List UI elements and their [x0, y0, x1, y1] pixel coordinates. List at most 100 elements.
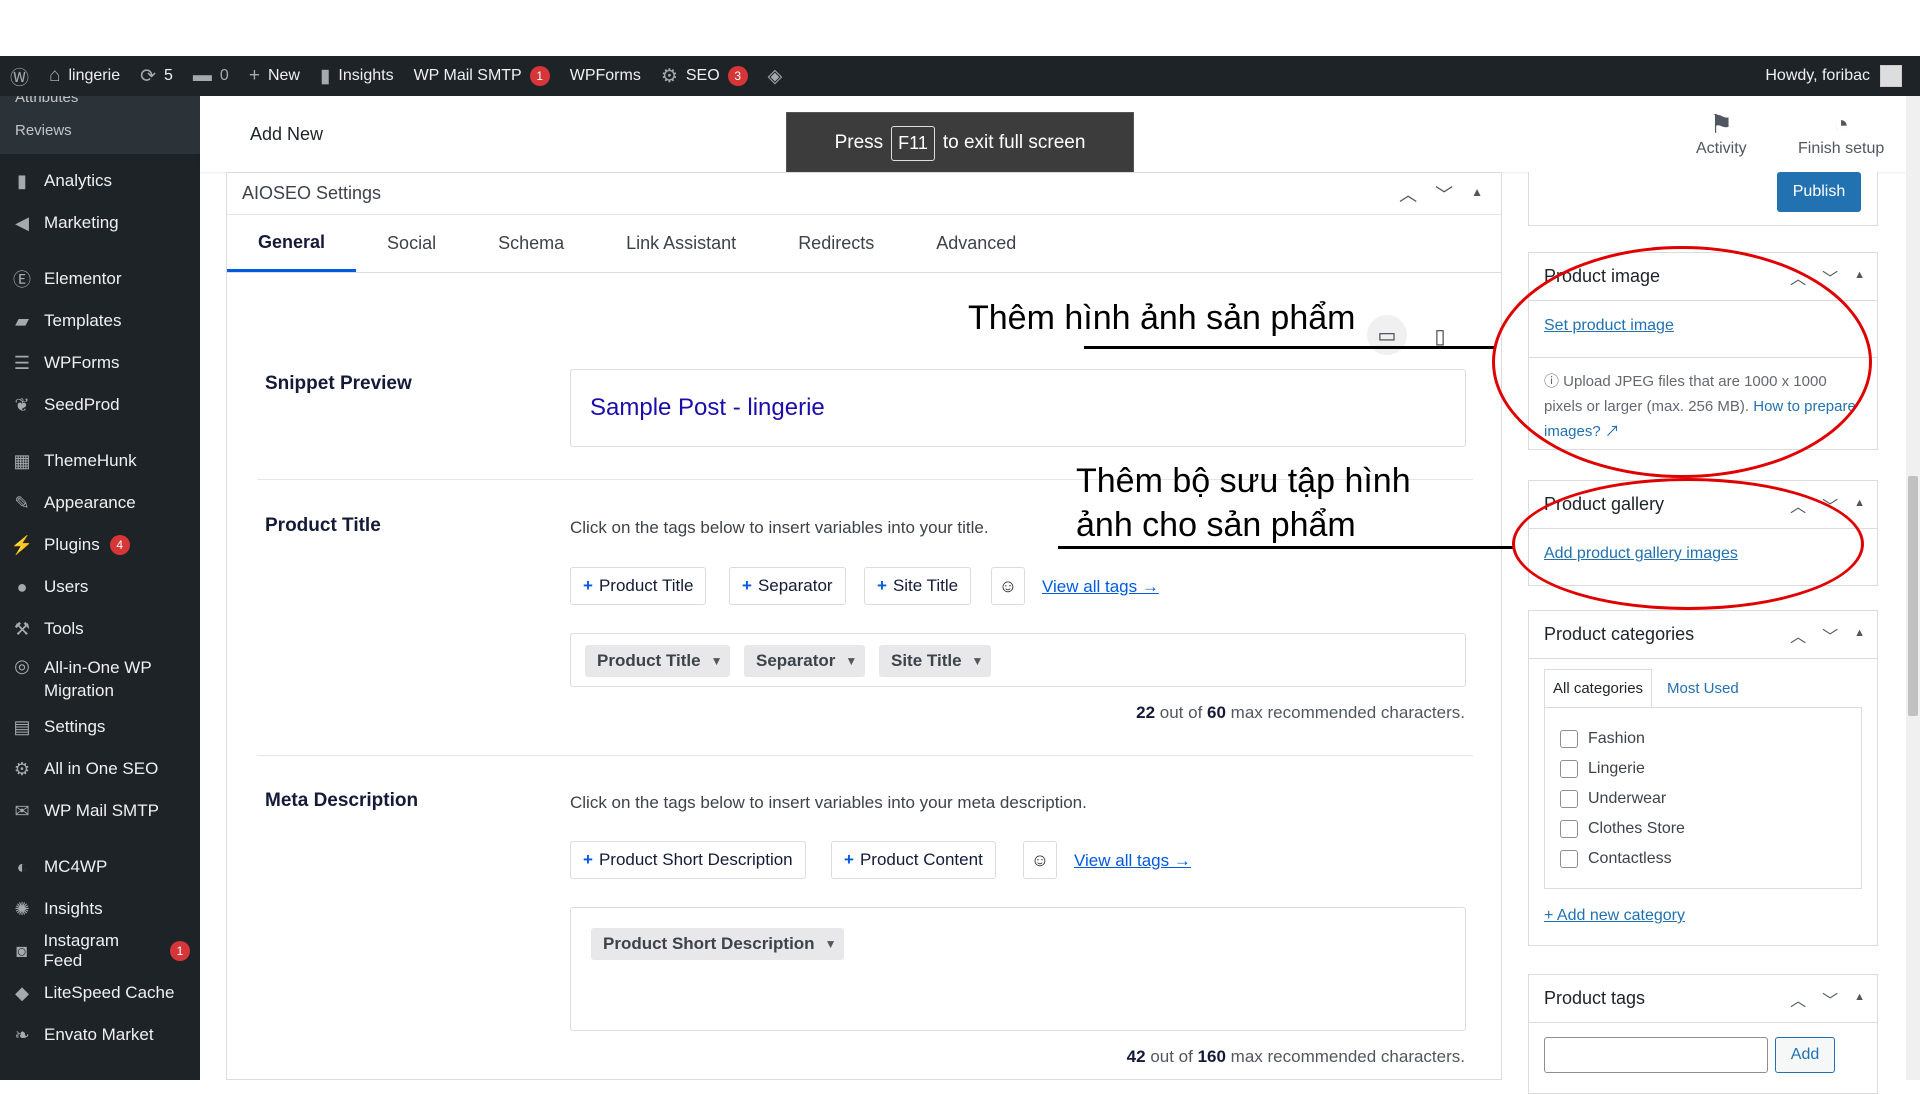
- view-all-tags-link[interactable]: View all tags →: [1042, 577, 1159, 597]
- tag-product-content-button[interactable]: + Product Content: [831, 841, 996, 879]
- product-categories-title: Product categories: [1544, 624, 1695, 644]
- sidebar-item-plugins[interactable]: ⚡ Plugins 4: [0, 524, 200, 566]
- sidebar-item-label: All in One SEO: [44, 759, 159, 778]
- add-tag-button[interactable]: Add: [1775, 1037, 1835, 1073]
- category-checkbox[interactable]: [1560, 820, 1578, 838]
- sidebar-item-instagram-feed[interactable]: ◙ Instagram Feed 1: [0, 930, 200, 972]
- chip-separator[interactable]: Separator ▼: [744, 645, 866, 677]
- sidebar-item-insights[interactable]: ✺ Insights: [0, 888, 200, 930]
- wpforms-label: WPForms: [569, 67, 641, 84]
- wp-mail-smtp-menu[interactable]: WP Mail SMTP 1: [404, 56, 560, 96]
- finish-setup-button[interactable]: ◔ Finish setup: [1798, 108, 1884, 158]
- chip-product-short-description[interactable]: Product Short Description ▼: [591, 928, 845, 960]
- paintbrush-icon: ✎: [14, 492, 30, 513]
- tag-input[interactable]: [1544, 1037, 1768, 1073]
- sidebar-sub-reviews[interactable]: Reviews: [0, 106, 200, 154]
- tab-redirects[interactable]: Redirects: [767, 215, 905, 272]
- category-checkbox[interactable]: [1560, 850, 1578, 868]
- sidebar-item-wpforms[interactable]: ☰ WPForms: [0, 342, 200, 384]
- chevron-down-icon[interactable]: ﹀: [1822, 987, 1838, 1011]
- tag-site-title-button[interactable]: + Site Title: [864, 567, 972, 605]
- wpforms-menu[interactable]: WPForms: [560, 56, 651, 96]
- category-checkbox[interactable]: [1560, 730, 1578, 748]
- sidebar-item-wp-mail-smtp[interactable]: ✉ WP Mail SMTP: [0, 790, 200, 832]
- chevron-down-icon[interactable]: ﹀: [1435, 181, 1453, 207]
- sidebar-item-label: Analytics: [44, 171, 113, 190]
- category-list: Fashion Lingerie Underwear Clothes Store…: [1544, 707, 1862, 889]
- updates-menu[interactable]: ⟳ 5: [130, 56, 183, 96]
- chip-site-title[interactable]: Site Title ▼: [879, 645, 992, 677]
- site-name-menu[interactable]: ⌂ lingerie: [39, 56, 130, 96]
- category-checkbox[interactable]: [1560, 760, 1578, 778]
- sidebar-item-analytics[interactable]: ▮ Analytics: [0, 160, 200, 202]
- chevron-up-icon[interactable]: ︿: [1399, 181, 1417, 207]
- meta-description-input[interactable]: Product Short Description ▼: [570, 907, 1466, 1031]
- chip-label: Site Title: [891, 651, 962, 670]
- scrollbar-thumb[interactable]: [1908, 476, 1918, 716]
- collapse-toggle-icon[interactable]: ▲: [1854, 493, 1865, 517]
- collapse-toggle-icon[interactable]: ▲: [1854, 265, 1865, 289]
- chevron-down-icon[interactable]: ﹀: [1822, 623, 1838, 647]
- tab-all-categories[interactable]: All categories: [1544, 669, 1653, 707]
- collapse-toggle-icon[interactable]: ▲: [1854, 623, 1865, 647]
- sidebar-sub-attributes[interactable]: Attributes: [0, 96, 200, 106]
- chevron-up-icon[interactable]: ︿: [1790, 987, 1806, 1011]
- tab-most-used[interactable]: Most Used: [1659, 669, 1747, 707]
- category-item-contactless[interactable]: Contactless: [1560, 844, 1846, 874]
- chip-label: Product Title: [597, 651, 701, 670]
- annotation-gallery-line1: Thêm bộ sưu tập hình: [1076, 462, 1411, 500]
- category-item-underwear[interactable]: Underwear: [1560, 784, 1846, 814]
- category-item-lingerie[interactable]: Lingerie: [1560, 754, 1846, 784]
- collapse-toggle-icon[interactable]: ▲: [1471, 181, 1483, 207]
- publish-button[interactable]: Publish: [1777, 172, 1861, 212]
- activity-button[interactable]: ⚑ Activity: [1696, 108, 1747, 158]
- tag-product-short-description-button[interactable]: + Product Short Description: [570, 841, 806, 879]
- emoji-picker-button[interactable]: ☺: [991, 567, 1025, 605]
- chip-product-title[interactable]: Product Title ▼: [585, 645, 731, 677]
- new-content-menu[interactable]: + New: [239, 56, 310, 96]
- comments-menu[interactable]: ▬ 0: [183, 56, 239, 96]
- sidebar-item-litespeed-cache[interactable]: ◆ LiteSpeed Cache: [0, 972, 200, 1014]
- tab-social[interactable]: Social: [356, 215, 467, 272]
- mail-icon: ✉: [14, 800, 30, 821]
- category-label: Contactless: [1588, 850, 1672, 867]
- sidebar-item-templates[interactable]: ▰ Templates: [0, 300, 200, 342]
- diamond-menu[interactable]: ◈: [758, 56, 793, 96]
- plug-icon: ⚡: [10, 534, 34, 555]
- sidebar-item-all-in-one-seo[interactable]: ⚙ All in One SEO: [0, 748, 200, 790]
- add-new-category-link[interactable]: + Add new category: [1544, 907, 1685, 925]
- sidebar-item-settings[interactable]: ▤ Settings: [0, 706, 200, 748]
- category-item-clothes-store[interactable]: Clothes Store: [1560, 814, 1846, 844]
- chevron-up-icon[interactable]: ︿: [1790, 623, 1806, 647]
- tab-advanced[interactable]: Advanced: [905, 215, 1047, 272]
- sidebar-item-appearance[interactable]: ✎ Appearance: [0, 482, 200, 524]
- account-menu[interactable]: Howdy, foribac: [1765, 65, 1920, 87]
- emoji-picker-button[interactable]: ☺: [1023, 841, 1057, 879]
- tab-schema[interactable]: Schema: [467, 215, 595, 272]
- aioseo-panel-header: AIOSEO Settings ︿ ﹀ ▲: [227, 173, 1501, 215]
- sidebar-item-seedprod[interactable]: ❦ SeedProd: [0, 384, 200, 426]
- sidebar-item-all-in-one-wp-migration[interactable]: ◎ All-in-One WP Migration: [0, 650, 200, 706]
- insights-menu[interactable]: ▮ Insights: [310, 56, 404, 96]
- wp-logo-menu[interactable]: Ⓦ: [0, 56, 39, 96]
- sidebar-item-marketing[interactable]: ◀ Marketing: [0, 202, 200, 244]
- tag-separator-button[interactable]: + Separator: [729, 567, 846, 605]
- sidebar-item-tools[interactable]: ⚒ Tools: [0, 608, 200, 650]
- collapse-toggle-icon[interactable]: ▲: [1854, 987, 1865, 1011]
- sidebar-item-elementor[interactable]: Ⓔ Elementor: [0, 258, 200, 300]
- tab-link-assistant[interactable]: Link Assistant: [595, 215, 767, 272]
- page-scrollbar[interactable]: [1906, 96, 1920, 1080]
- tab-general[interactable]: General: [227, 215, 357, 272]
- tag-product-title-button[interactable]: + Product Title: [570, 567, 707, 605]
- view-all-tags-link[interactable]: View all tags →: [1074, 851, 1191, 871]
- sidebar-item-users[interactable]: ● Users: [0, 566, 200, 608]
- sidebar-item-mc4wp[interactable]: ◐ MC4WP: [0, 846, 200, 888]
- seo-menu[interactable]: ⚙ SEO 3: [651, 56, 758, 96]
- product-title-input[interactable]: Product Title ▼ Separator ▼ Site Title ▼: [570, 633, 1466, 687]
- desktop-preview-icon[interactable]: ▭: [1367, 315, 1407, 355]
- admin-bar: Ⓦ ⌂ lingerie ⟳ 5 ▬ 0 + New ▮ Insights WP Mail…: [0, 56, 1920, 96]
- category-item-fashion[interactable]: Fashion: [1560, 724, 1846, 754]
- category-checkbox[interactable]: [1560, 790, 1578, 808]
- sidebar-item-envato-market[interactable]: ❧ Envato Market: [0, 1014, 200, 1056]
- sidebar-item-themehunk[interactable]: ▦ ThemeHunk: [0, 440, 200, 482]
